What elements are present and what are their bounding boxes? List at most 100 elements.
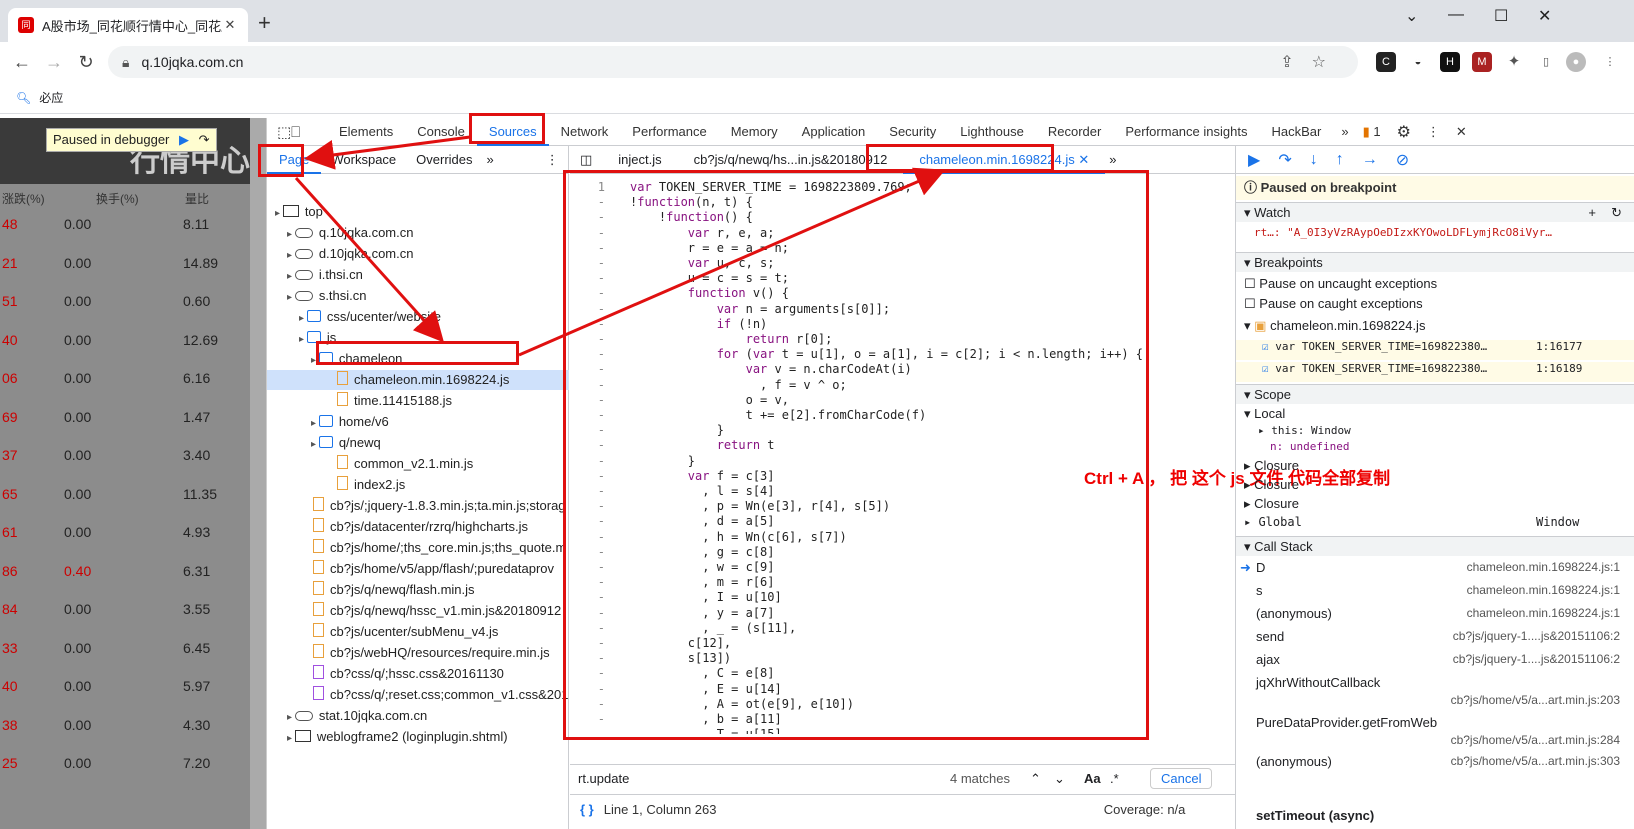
table-row[interactable]: 37 0.00 3.40 <box>0 447 250 467</box>
tree-item[interactable]: ▸ home/v6 <box>267 412 389 432</box>
more-editor-tabs-icon[interactable]: » <box>1105 152 1120 167</box>
tree-item[interactable]: cb?js/ucenter/subMenu_v4.js <box>267 622 498 642</box>
tree-item[interactable]: cb?js/q/newq/flash.min.js <box>267 580 475 600</box>
expand-arrow-icon[interactable]: ▸ <box>299 313 307 324</box>
tab-network[interactable]: Network <box>549 118 621 146</box>
maximize-button[interactable]: ☐ <box>1494 6 1508 26</box>
table-row[interactable]: 40 0.00 12.69 <box>0 332 250 352</box>
tree-item[interactable]: ▸ s.thsi.cn <box>267 286 367 306</box>
expand-arrow-icon[interactable]: ▸ <box>287 712 295 723</box>
close-tab-icon[interactable]: ✕ <box>1078 152 1089 167</box>
editor-tab-inject[interactable]: inject.js <box>602 152 677 167</box>
tree-item[interactable]: cb?js/q/newq/hssc_v1.min.js&20180912 <box>267 601 561 621</box>
sidepanel-icon[interactable]: ▯ <box>1536 52 1556 72</box>
search-down-icon[interactable]: ⌄ <box>1054 771 1084 787</box>
step-over-icon[interactable]: ↷ <box>199 132 210 147</box>
tree-item[interactable]: index2.js <box>267 475 405 495</box>
table-row[interactable]: 84 0.00 3.55 <box>0 601 250 621</box>
tree-item[interactable]: ▸ stat.10jqka.com.cn <box>267 706 427 726</box>
expand-arrow-icon[interactable]: ▸ <box>311 418 319 429</box>
tree-item[interactable]: ▸ q.10jqka.com.cn <box>267 223 413 243</box>
back-arrow-icon[interactable]: ← <box>6 52 38 73</box>
expand-arrow-icon[interactable]: ▸ <box>275 208 283 219</box>
expand-arrow-icon[interactable]: ▸ <box>287 229 295 240</box>
toggle-navigator-icon[interactable]: ◫ <box>570 152 602 168</box>
scope-this[interactable]: ▸ this: Window <box>1236 424 1634 437</box>
tab-application[interactable]: Application <box>790 118 878 146</box>
menu-icon[interactable]: ⋮ <box>1600 52 1620 72</box>
scope-closure[interactable]: ▸ Closure <box>1236 458 1634 474</box>
regex-toggle[interactable]: .* <box>1110 771 1150 786</box>
table-row[interactable]: 65 0.00 11.35 <box>0 486 250 506</box>
callstack-section[interactable]: ▾ Call Stack <box>1236 536 1634 556</box>
table-row[interactable]: 48 0.00 8.11 <box>0 216 250 236</box>
forward-arrow-icon[interactable]: → <box>38 52 70 73</box>
extension-icon[interactable]: C <box>1376 52 1396 72</box>
tree-item[interactable]: cb?css/q/;hssc.css&20161130 <box>267 664 504 684</box>
tab-hackbar[interactable]: HackBar <box>1259 118 1333 146</box>
scope-closure[interactable]: ▸ Closure <box>1236 477 1634 493</box>
more-nav-tabs-icon[interactable]: » <box>483 152 498 167</box>
tree-item[interactable]: ▸ q/newq <box>267 433 381 453</box>
call-stack-frame[interactable]: ajax cb?js/jquery-1....js&20151106:2 <box>1236 652 1634 674</box>
address-bar[interactable]: 🔒︎ q.10jqka.com.cn ⇪☆ <box>108 46 1358 78</box>
table-row[interactable]: 25 0.00 7.20 <box>0 755 250 775</box>
bookmark-bing[interactable]: 必应 <box>39 89 63 106</box>
cancel-button[interactable]: Cancel <box>1150 768 1213 789</box>
scope-n[interactable]: n: undefined <box>1236 440 1634 453</box>
table-row[interactable]: 61 0.00 4.93 <box>0 524 250 544</box>
call-stack-frame[interactable]: s chameleon.min.1698224.js:1 <box>1236 583 1634 605</box>
puzzle-icon[interactable]: ✦ <box>1504 52 1524 72</box>
pause-uncaught-row[interactable]: ☐ Pause on uncaught exceptions <box>1236 276 1634 292</box>
watch-section[interactable]: ▾ Watch + ↻ <box>1236 202 1634 222</box>
table-row[interactable]: 69 0.00 1.47 <box>0 409 250 429</box>
checkbox-checked-icon[interactable]: ☑ <box>1262 362 1269 375</box>
call-stack-frame[interactable]: (anonymous) chameleon.min.1698224.js:1 <box>1236 606 1634 628</box>
step-into-icon[interactable]: ↓ <box>1310 151 1318 169</box>
tree-item[interactable]: chameleon.min.1698224.js <box>267 370 569 390</box>
watch-expression[interactable]: rt…: "A_0I3yVzRAypOeDIzxKYOwoLDFLymjRcO8… <box>1236 226 1626 239</box>
close-window-button[interactable]: ✕ <box>1538 6 1551 26</box>
call-stack-frame[interactable]: send cb?js/jquery-1....js&20151106:2 <box>1236 629 1634 651</box>
tree-item[interactable]: ▸ d.10jqka.com.cn <box>267 244 413 264</box>
avatar[interactable]: ● <box>1566 52 1586 72</box>
scope-global[interactable]: ▸ Global Window <box>1236 515 1634 529</box>
breakpoint-item[interactable]: ☑ var TOKEN_SERVER_TIME=169822380… 1:1618… <box>1236 362 1634 382</box>
close-tab-icon[interactable]: ✕ <box>222 17 238 33</box>
call-stack-frame[interactable]: PureDataProvider.getFromWeb cb?js/home/v5… <box>1236 715 1634 753</box>
expand-arrow-icon[interactable]: ▸ <box>287 733 295 744</box>
expand-arrow-icon[interactable]: ▸ <box>287 292 295 303</box>
match-case-toggle[interactable]: Aa <box>1084 771 1110 786</box>
table-row[interactable]: 51 0.00 0.60 <box>0 293 250 313</box>
search-input[interactable]: rt.update <box>570 771 950 786</box>
step-icon[interactable]: → <box>1362 151 1378 169</box>
call-stack-frame[interactable]: (anonymous) cb?js/home/v5/a...art.min.js:… <box>1236 754 1634 776</box>
minimize-button[interactable]: — <box>1448 6 1464 24</box>
tree-item[interactable]: ▸ css/ucenter/website <box>267 307 441 327</box>
table-row[interactable]: 40 0.00 5.97 <box>0 678 250 698</box>
tab-console[interactable]: Console <box>405 118 477 146</box>
table-row[interactable]: 38 0.00 4.30 <box>0 717 250 737</box>
tree-item[interactable]: ▸ i.thsi.cn <box>267 265 363 285</box>
table-row[interactable]: 21 0.00 14.89 <box>0 255 250 275</box>
tree-item[interactable]: cb?js/;jquery-1.8.3.min.js;ta.min.js;sto… <box>267 496 566 516</box>
close-devtools-icon[interactable]: ✕ <box>1446 124 1477 140</box>
tree-item[interactable]: cb?js/home/v5/app/flash/;puredataprov <box>267 559 554 579</box>
tree-item[interactable]: time.11415188.js <box>267 391 452 411</box>
col-volume-ratio[interactable]: 量比 <box>185 190 209 207</box>
tab-elements[interactable]: Elements <box>327 118 405 146</box>
tab-performance[interactable]: Performance <box>620 118 718 146</box>
table-row[interactable]: 86 0.40 6.31 <box>0 563 250 583</box>
tab-lighthouse[interactable]: Lighthouse <box>948 118 1036 146</box>
scope-section[interactable]: ▾ Scope <box>1236 384 1634 404</box>
tab-performance-insights[interactable]: Performance insights <box>1113 118 1259 146</box>
hat-extension-icon[interactable]: ◒ <box>1408 52 1428 72</box>
add-watch-icon[interactable]: + <box>1588 203 1596 223</box>
tree-item[interactable]: cb?css/q/;reset.css;common_v1.css&201 <box>267 685 568 705</box>
hackbar-extension-icon[interactable]: H <box>1440 52 1460 72</box>
tab-security[interactable]: Security <box>877 118 948 146</box>
inspect-icon[interactable]: ⬚⎕ <box>267 123 327 141</box>
step-out-icon[interactable]: ↑ <box>1336 151 1344 169</box>
tree-item[interactable]: common_v2.1.min.js <box>267 454 473 474</box>
search-up-icon[interactable]: ⌃ <box>1030 771 1054 787</box>
